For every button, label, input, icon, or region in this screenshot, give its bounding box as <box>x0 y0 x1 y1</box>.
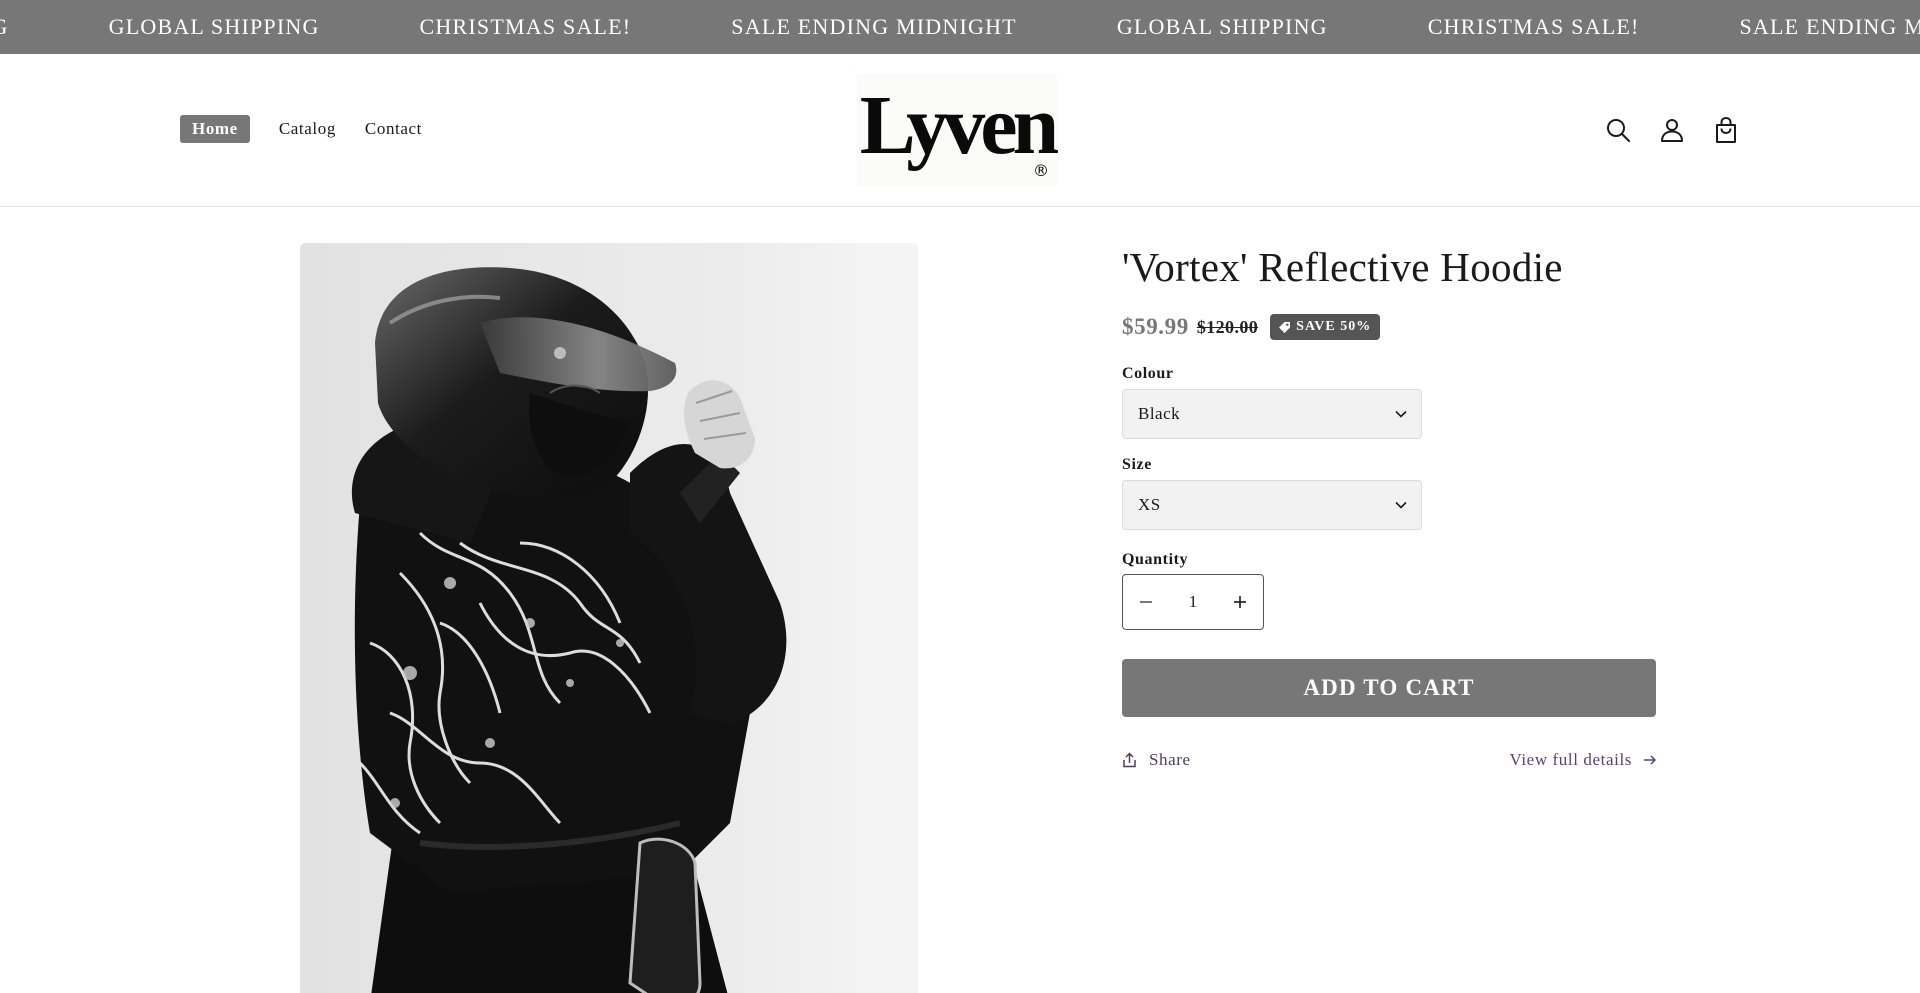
minus-icon <box>1140 601 1152 603</box>
sale-price: $59.99 <box>1122 314 1189 339</box>
nav-home-link[interactable]: Home <box>180 115 250 143</box>
share-button[interactable]: Share <box>1122 750 1191 770</box>
price-row: $59.99 $120.00 SAVE 50% <box>1122 312 1656 342</box>
chevron-down-icon <box>1395 410 1407 418</box>
product-info: 'Vortex' Reflective Hoodie $59.99 $120.0… <box>1122 243 1656 770</box>
share-icon <box>1123 752 1136 768</box>
quantity-stepper: 1 <box>1122 574 1264 630</box>
logo-registered-mark: ® <box>1033 161 1049 180</box>
view-details-label: View full details <box>1509 750 1632 769</box>
cart-icon[interactable] <box>1711 115 1741 145</box>
nav-catalog-link[interactable]: Catalog <box>279 119 336 139</box>
brand-logo[interactable]: Lyven ® <box>857 74 1059 186</box>
product-image[interactable] <box>300 243 918 993</box>
announcement-item: CHRISTMAS SALE! <box>419 14 632 39</box>
account-icon[interactable] <box>1657 115 1687 145</box>
main-nav: Home Catalog Contact <box>180 115 451 143</box>
size-select[interactable]: XS <box>1122 480 1422 530</box>
add-to-cart-button[interactable]: ADD TO CART <box>1122 659 1656 717</box>
tag-icon <box>1279 321 1291 333</box>
quantity-input[interactable]: 1 <box>1189 592 1198 612</box>
search-icon[interactable] <box>1603 115 1633 145</box>
logo-text: Lyven <box>859 79 1059 172</box>
product-title: 'Vortex' Reflective Hoodie <box>1122 244 1563 290</box>
product-photo-illustration <box>300 243 918 993</box>
colour-select[interactable]: Black <box>1122 389 1422 439</box>
announcement-track: SHIPPING GLOBAL SHIPPING CHRISTMAS SALE!… <box>0 0 1920 54</box>
sale-badge: SAVE 50% <box>1270 314 1381 340</box>
quantity-label: Quantity <box>1122 551 1189 568</box>
arrow-right-icon <box>1644 755 1656 765</box>
size-select-value: XS <box>1138 495 1161 514</box>
size-label: Size <box>1122 456 1152 473</box>
regular-price: $120.00 <box>1196 316 1259 337</box>
colour-label: Colour <box>1122 365 1174 382</box>
announcement-item: SALE ENDING MIDNIGHT <box>1739 14 1920 39</box>
chevron-down-icon <box>1395 501 1407 509</box>
announcement-item: CHRISTMAS SALE! <box>1427 14 1640 39</box>
announcement-item: GLOBAL SHIPPING <box>108 14 320 39</box>
announcement-item: SALE ENDING MIDNIGHT <box>731 14 1017 39</box>
announcement-item: GLOBAL SHIPPING <box>1116 14 1328 39</box>
nav-contact-link[interactable]: Contact <box>365 119 422 139</box>
quantity-increase-button[interactable] <box>1223 585 1257 619</box>
sale-badge-label: SAVE 50% <box>1296 319 1372 334</box>
share-label: Share <box>1149 750 1191 769</box>
product-actions: Share View full details <box>1122 750 1656 770</box>
announcement-bar: SHIPPING GLOBAL SHIPPING CHRISTMAS SALE!… <box>0 0 1920 54</box>
announcement-item: SHIPPING <box>0 14 9 40</box>
site-header: Home Catalog Contact Lyven ® <box>0 54 1920 207</box>
plus-icon <box>1234 596 1246 608</box>
header-icons <box>1579 115 1741 145</box>
quantity-decrease-button[interactable] <box>1129 585 1163 619</box>
colour-select-value: Black <box>1138 404 1181 423</box>
view-details-link[interactable]: View full details <box>1509 750 1656 770</box>
